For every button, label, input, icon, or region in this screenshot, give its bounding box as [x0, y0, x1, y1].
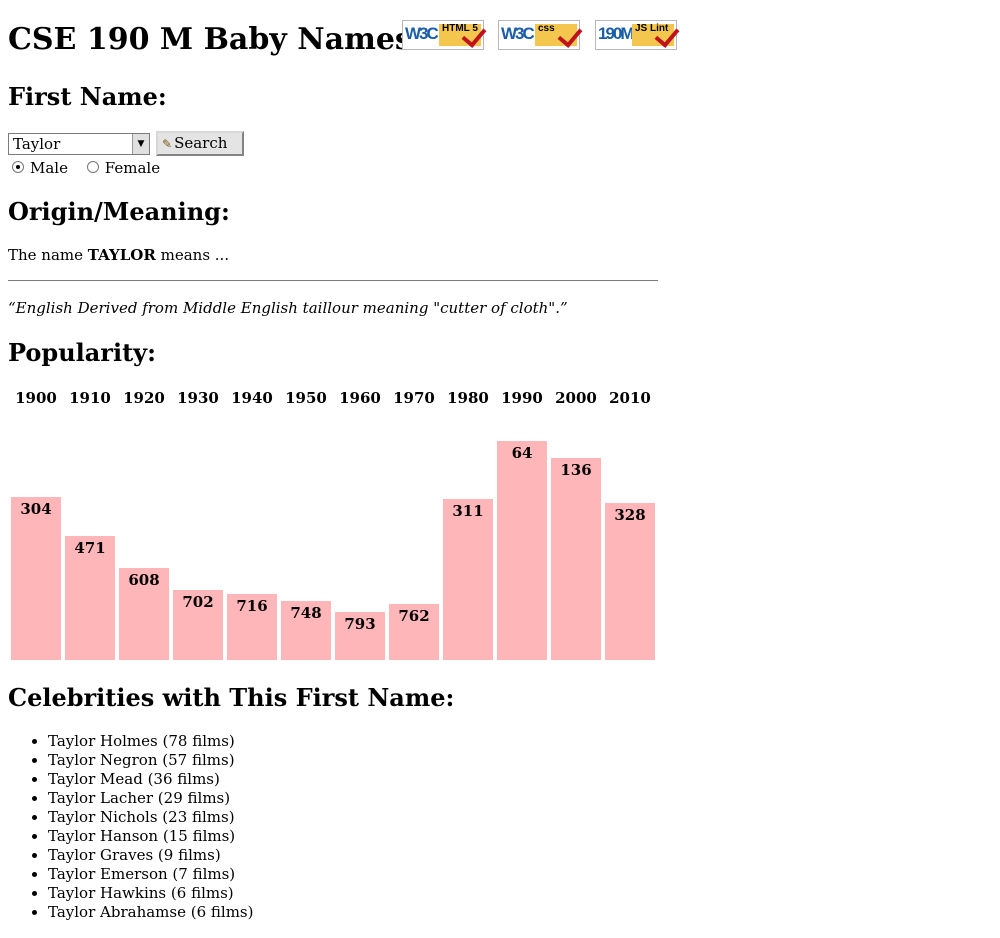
badge-logo: 190M [598, 24, 635, 43]
gender-radio-group: Male Female [12, 158, 174, 178]
name-select[interactable]: Taylor ▼ [8, 133, 150, 155]
year-label: 1980 [447, 389, 489, 407]
page-title: CSE 190 M Baby Names [8, 22, 412, 57]
badge-logo: W3C [405, 24, 439, 43]
celebrity-item: Taylor Emerson (7 films) [48, 865, 253, 884]
celebrity-item: Taylor Lacher (29 films) [48, 789, 253, 808]
popularity-bar: 311 [443, 499, 493, 660]
origin-meaning-heading: Origin/Meaning: [8, 197, 230, 226]
male-radio[interactable] [12, 161, 24, 173]
celebrity-item: Taylor Holmes (78 films) [48, 732, 253, 751]
year-label: 1950 [285, 389, 327, 407]
popularity-bar: 608 [119, 568, 169, 660]
celebrities-list: Taylor Holmes (78 films)Taylor Negron (5… [32, 732, 253, 922]
html5-validator-badge[interactable]: W3C HTML 5 [402, 20, 487, 50]
meaning-suffix: means ... [160, 246, 230, 264]
celebrity-item: Taylor Hawkins (6 films) [48, 884, 253, 903]
popularity-bar: 304 [11, 497, 61, 660]
year-label: 1940 [231, 389, 273, 407]
meaning-intro: The name TAYLOR means ... [8, 245, 229, 265]
first-name-heading: First Name: [8, 82, 167, 111]
celebrities-heading: Celebrities with This First Name: [8, 683, 455, 712]
meaning-name: TAYLOR [87, 246, 156, 264]
popularity-bar: 748 [281, 601, 331, 660]
popularity-bar: 762 [389, 604, 439, 660]
year-label: 1990 [501, 389, 543, 407]
celebrity-item: Taylor Graves (9 films) [48, 846, 253, 865]
female-radio-label[interactable]: Female [105, 159, 160, 177]
male-radio-label[interactable]: Male [30, 159, 68, 177]
celebrity-item: Taylor Negron (57 films) [48, 751, 253, 770]
divider [8, 280, 658, 281]
popularity-bar: 64 [497, 441, 547, 660]
popularity-bar: 136 [551, 458, 601, 660]
jslint-badge[interactable]: 190M JS Lint [595, 20, 680, 50]
popularity-chart: 1900 304 1910 471 1920 608 1930 702 1940 716 1950 7… [11, 386, 659, 662]
celebrity-item: Taylor Abrahamse (6 films) [48, 903, 253, 922]
female-radio[interactable] [86, 161, 99, 173]
year-label: 2000 [555, 389, 597, 407]
name-select-value: Taylor [13, 135, 61, 153]
popularity-bar: 793 [335, 612, 385, 660]
popularity-bar: 328 [605, 503, 655, 660]
search-button[interactable]: ✎ Search [156, 131, 244, 156]
css-validator-badge[interactable]: W3C css [498, 20, 583, 50]
popularity-heading: Popularity: [8, 338, 156, 367]
search-icon: ✎ [162, 137, 173, 151]
popularity-bar: 471 [65, 536, 115, 660]
meaning-quote: “English Derived from Middle English tai… [8, 299, 568, 317]
year-label: 2010 [609, 389, 651, 407]
meaning-prefix: The name [8, 246, 84, 264]
chevron-down-icon[interactable]: ▼ [132, 134, 149, 154]
year-label: 1930 [177, 389, 219, 407]
year-label: 1970 [393, 389, 435, 407]
year-label: 1900 [15, 389, 57, 407]
badge-logo: W3C [501, 24, 535, 43]
celebrity-item: Taylor Hanson (15 films) [48, 827, 253, 846]
year-label: 1910 [69, 389, 111, 407]
year-label: 1960 [339, 389, 381, 407]
popularity-bar: 702 [173, 590, 223, 660]
popularity-bar: 716 [227, 594, 277, 660]
search-button-label: Search [174, 134, 228, 152]
celebrity-item: Taylor Mead (36 films) [48, 770, 253, 789]
celebrity-item: Taylor Nichols (23 films) [48, 808, 253, 827]
year-label: 1920 [123, 389, 165, 407]
